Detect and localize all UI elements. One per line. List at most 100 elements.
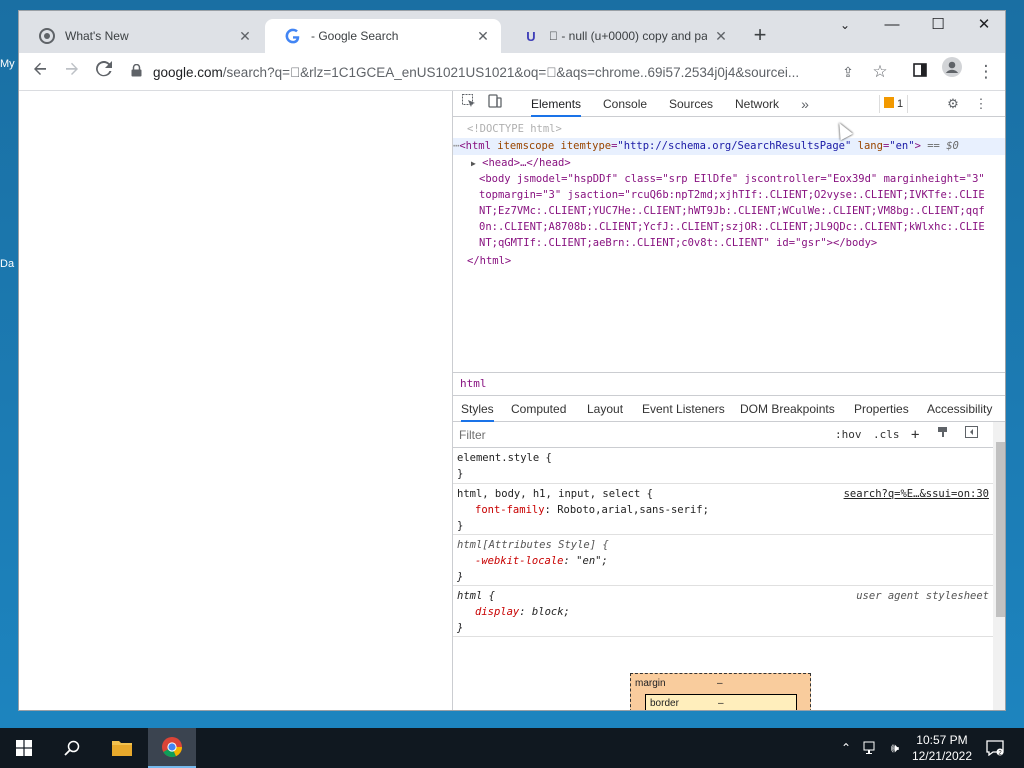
tab-null-char[interactable]: U   - null (u+0000) copy and past ✕: [503, 19, 739, 53]
rule-selector: html[Attributes Style] {: [457, 539, 609, 551]
maximize-button[interactable]: ☐: [915, 11, 961, 41]
google-g-icon: [285, 28, 301, 44]
tab-search-icon[interactable]: ⌄: [822, 11, 868, 41]
tab-computed[interactable]: Computed: [511, 396, 566, 422]
rule-close: }: [457, 468, 464, 480]
share-icon[interactable]: ⇪: [833, 57, 863, 87]
css-property[interactable]: font-family: Roboto,arial,sans-serif;: [457, 502, 989, 518]
desktop-icon-label[interactable]: Da: [0, 258, 14, 270]
css-rule-html-body[interactable]: html, body, h1, input, select { search?q…: [453, 484, 993, 535]
scrollbar-thumb[interactable]: [996, 442, 1005, 617]
css-property[interactable]: display: block;: [457, 604, 989, 620]
profile-avatar-icon[interactable]: [937, 57, 967, 87]
file-explorer-button[interactable]: [98, 728, 146, 768]
dom-node-head[interactable]: ▶ <head>…</head>: [471, 155, 571, 173]
margin-label: margin: [635, 678, 666, 689]
side-panel-icon[interactable]: [905, 57, 935, 87]
css-rule-attributes-style[interactable]: html[Attributes Style] { -webkit-locale:…: [453, 535, 993, 586]
toggle-sidebar-icon[interactable]: [965, 426, 978, 444]
issue-flag-icon: [884, 97, 894, 108]
attr-itemtype-value: "http://schema.org/SearchResultsPage": [617, 140, 852, 152]
issues-count: 1: [897, 98, 904, 110]
margin-value[interactable]: –: [717, 678, 723, 689]
forward-button[interactable]: [57, 57, 87, 87]
css-rule-element-style[interactable]: element.style { }: [453, 448, 993, 484]
page-content: [19, 91, 452, 710]
network-icon[interactable]: [860, 728, 882, 768]
close-window-button[interactable]: ✕: [961, 11, 1005, 41]
issues-badge[interactable]: 1: [879, 95, 909, 113]
device-toolbar-icon[interactable]: [485, 94, 505, 114]
dom-body-line[interactable]: NT;Ez7VMc:.CLIENT;YUC7He:.CLIENT;hWT9Jb:…: [479, 203, 985, 220]
tab-console[interactable]: Console: [603, 91, 647, 117]
html-tag: html: [465, 140, 491, 152]
tab-elements[interactable]: Elements: [531, 91, 582, 117]
minimize-button[interactable]: —: [869, 11, 915, 41]
tab-dom-breakpoints[interactable]: DOM Breakpoints: [740, 396, 835, 422]
dom-node-html[interactable]: ⋯<html itemscope itemtype="http://schema…: [453, 138, 1005, 155]
cls-toggle[interactable]: .cls: [873, 426, 900, 444]
head-collapsed: <head>…</head>: [482, 157, 571, 169]
new-tab-button[interactable]: +: [747, 23, 773, 49]
css-property[interactable]: -webkit-locale: "en";: [457, 553, 989, 569]
devtools-menu-kebab-icon[interactable]: ⋮: [971, 94, 991, 114]
tab-title:   - null (u+0000) copy and past: [549, 29, 707, 43]
styles-scrollbar[interactable]: [993, 422, 1005, 710]
start-button[interactable]: [0, 728, 48, 768]
more-tabs-chevron-icon[interactable]: »: [795, 94, 815, 114]
close-devtools-icon[interactable]: ✕: [999, 94, 1005, 114]
notifications-icon[interactable]: 2: [980, 728, 1010, 768]
clock-date: 12/21/2022: [911, 749, 972, 763]
tab-network[interactable]: Network: [735, 91, 779, 117]
tab-sources[interactable]: Sources: [669, 91, 713, 117]
inspect-element-icon[interactable]: [459, 94, 479, 114]
filter-input[interactable]: Filter: [459, 426, 819, 444]
settings-gear-icon[interactable]: ⚙: [943, 94, 963, 114]
styles-pane: element.style { } html, body, h1, input,…: [453, 448, 993, 710]
border-value[interactable]: –: [718, 698, 724, 709]
paint-brush-icon[interactable]: [937, 426, 949, 444]
browser-toolbar: google.com/search?q= &rlz=1C1GCEA_enUS10…: [19, 53, 1005, 91]
property-name: display: [475, 606, 520, 618]
dom-body-line[interactable]: <body jsmodel="hspDDf" class="srp EIlDfe…: [479, 171, 985, 188]
reload-button[interactable]: [89, 57, 119, 87]
volume-icon[interactable]: 🕪: [884, 728, 906, 768]
search-button[interactable]: [48, 728, 96, 768]
breadcrumb-html[interactable]: html: [460, 377, 487, 390]
tab-whats-new[interactable]: What's New ✕: [19, 19, 263, 53]
hov-toggle[interactable]: :hov: [835, 426, 862, 444]
dom-body-line[interactable]: 0n:.CLIENT;A8708b:.CLIENT;YcfJ:.CLIENT;s…: [479, 219, 985, 236]
system-clock[interactable]: 10:57 PM 12/21/2022: [912, 732, 972, 764]
close-tab-icon[interactable]: ✕: [475, 28, 491, 45]
dom-doctype[interactable]: <!DOCTYPE html>: [467, 121, 562, 138]
new-rule-plus-icon[interactable]: +: [911, 426, 919, 444]
rule-source-link[interactable]: search?q=%E…&ssui=on:30: [844, 486, 989, 502]
property-value: Roboto,arial,sans-serif;: [557, 504, 709, 516]
show-hidden-icons-chevron-icon[interactable]: ⌃: [836, 728, 856, 768]
dom-html-close[interactable]: </html>: [467, 253, 511, 270]
tab-layout[interactable]: Layout: [587, 396, 623, 422]
windows-logo-icon: [16, 740, 32, 756]
tab-styles[interactable]: Styles: [461, 396, 494, 422]
back-button[interactable]: [25, 57, 55, 87]
bookmark-star-icon[interactable]: ☆: [865, 57, 895, 87]
css-rule-html-ua[interactable]: html { user agent stylesheet display: bl…: [453, 586, 993, 637]
chrome-taskbar-button[interactable]: [148, 728, 196, 768]
tab-google-search[interactable]: - Google Search ✕: [265, 19, 501, 53]
close-tab-icon[interactable]: ✕: [237, 28, 253, 45]
box-model-border: border –: [645, 694, 797, 710]
dom-body-line[interactable]: topmargin="3" jsaction="rcuQ6b:npT2md;xj…: [479, 187, 985, 204]
tab-accessibility[interactable]: Accessibility: [927, 396, 992, 422]
menu-kebab-icon[interactable]: ⋮: [971, 57, 1001, 87]
attr-lang: lang: [857, 140, 883, 152]
url-host: google.com: [153, 64, 223, 80]
close-tab-icon[interactable]: ✕: [713, 28, 729, 45]
tab-properties[interactable]: Properties: [854, 396, 909, 422]
property-name: -webkit-locale: [475, 555, 564, 567]
property-name: font-family: [475, 504, 545, 516]
tab-event-listeners[interactable]: Event Listeners: [642, 396, 725, 422]
dom-body-line[interactable]: NT;qGMTIf:.CLIENT;aeBrn:.CLIENT;c0v8t:.C…: [479, 235, 877, 252]
address-bar[interactable]: google.com/search?q= &rlz=1C1GCEA_enUS10…: [131, 58, 831, 86]
desktop-icon-label[interactable]: My: [0, 58, 15, 70]
expand-triangle-icon[interactable]: ▶: [471, 159, 476, 168]
